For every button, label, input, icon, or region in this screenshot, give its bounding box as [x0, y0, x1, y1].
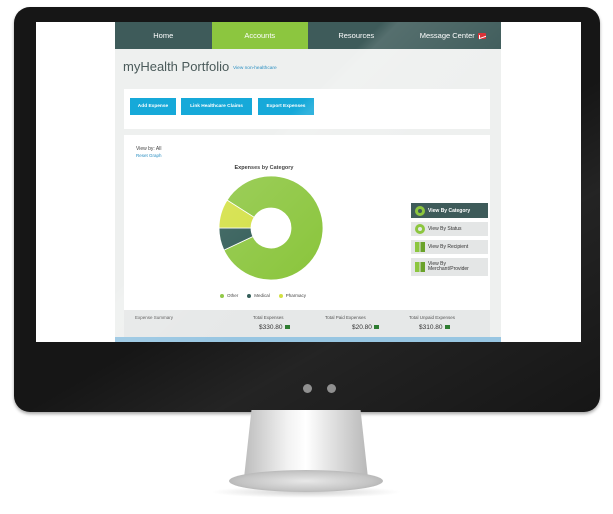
- nav-message-center[interactable]: Message Center: [405, 22, 502, 49]
- view-non-healthcare-link[interactable]: View non-healthcare: [233, 66, 277, 71]
- view-by-recipient-button[interactable]: View By Recipient: [411, 240, 488, 254]
- total-paid-amount: $20.80: [352, 324, 372, 331]
- expense-summary-label: Expense Summary: [135, 315, 174, 320]
- expenses-panel: View by: All Reset Graph Expenses by Cat…: [124, 135, 490, 342]
- link-healthcare-claims-button[interactable]: Link Healthcare Claims: [181, 98, 252, 115]
- nav-accounts-label: Accounts: [244, 31, 276, 40]
- add-expense-button[interactable]: Add Expense: [130, 98, 176, 115]
- view-by-recipient-label: View By Recipient: [428, 244, 469, 250]
- legend-swatch: [278, 293, 283, 298]
- legend-item-medical: Medical: [247, 293, 270, 298]
- export-expenses-button[interactable]: Export Expenses: [258, 98, 314, 115]
- bar-chart-icon: [415, 242, 425, 252]
- total-paid-value: $20.80: [352, 324, 379, 331]
- view-by-status-button[interactable]: View By Status: [411, 222, 488, 236]
- expenses-donut-chart[interactable]: [216, 173, 326, 283]
- legend-item-other: Other: [220, 293, 238, 298]
- view-by-merchant-label: View By Merchant/Provider: [428, 260, 469, 272]
- nav-resources-label: Resources: [338, 31, 375, 40]
- total-expenses-amount: $330.80: [259, 324, 283, 331]
- info-icon[interactable]: [444, 325, 450, 330]
- bar-chart-icon: [415, 262, 425, 272]
- monitor-button: [327, 384, 336, 393]
- legend-label: Medical: [254, 293, 270, 298]
- monitor-stand-neck: [244, 410, 368, 478]
- total-unpaid-value: $310.80: [419, 324, 450, 331]
- total-expenses-label: Total Expenses: [253, 315, 284, 320]
- donut-chart-icon: [415, 205, 425, 216]
- top-navigation: Home Accounts Resources Message Center: [115, 22, 501, 49]
- info-icon[interactable]: [373, 325, 379, 330]
- legend-label: Pharmacy: [285, 293, 307, 298]
- view-by-category-button[interactable]: View By Category: [411, 203, 488, 218]
- total-unpaid-amount: $310.80: [419, 324, 443, 331]
- actions-panel: Add Expense Link Healthcare Claims Expor…: [124, 89, 490, 129]
- nav-message-center-label: Message Center: [419, 31, 475, 40]
- footer-bar: [115, 337, 501, 342]
- legend-swatch: [220, 293, 224, 298]
- page-title: myHealth Portfolio: [123, 59, 230, 74]
- donut-chart-icon: [415, 224, 425, 234]
- view-by-merchant-button[interactable]: View By Merchant/Provider: [411, 258, 488, 276]
- web-page: Home Accounts Resources Message Center m…: [115, 22, 501, 342]
- nav-accounts[interactable]: Accounts: [211, 22, 308, 49]
- reset-graph-link[interactable]: Reset Graph: [136, 153, 162, 158]
- nav-resources[interactable]: Resources: [308, 22, 405, 49]
- legend-item-pharmacy: Pharmacy: [278, 293, 307, 298]
- nav-home-label: Home: [153, 31, 174, 40]
- nav-home[interactable]: Home: [115, 22, 212, 49]
- view-by-label: View by: All: [136, 146, 162, 152]
- legend-label: Other: [227, 293, 239, 298]
- total-paid-label: Total Paid Expenses: [325, 315, 366, 320]
- monitor-scene: Home Accounts Resources Message Center m…: [0, 0, 613, 514]
- total-unpaid-label: Total Unpaid Expenses: [409, 315, 456, 320]
- monitor-screen: Home Accounts Resources Message Center m…: [36, 22, 581, 342]
- legend-swatch: [247, 293, 252, 298]
- chart-legend: Other Medical Pharmacy: [220, 293, 306, 298]
- chart-title: Expenses by Category: [234, 165, 294, 171]
- info-icon[interactable]: [284, 325, 290, 330]
- total-expenses-value: $330.80: [259, 324, 290, 331]
- mail-icon: [477, 32, 486, 39]
- monitor-stand-base: [229, 470, 383, 492]
- view-by-category-label: View By Category: [428, 207, 471, 214]
- monitor-button: [303, 384, 312, 393]
- view-by-status-label: View By Status: [428, 226, 462, 232]
